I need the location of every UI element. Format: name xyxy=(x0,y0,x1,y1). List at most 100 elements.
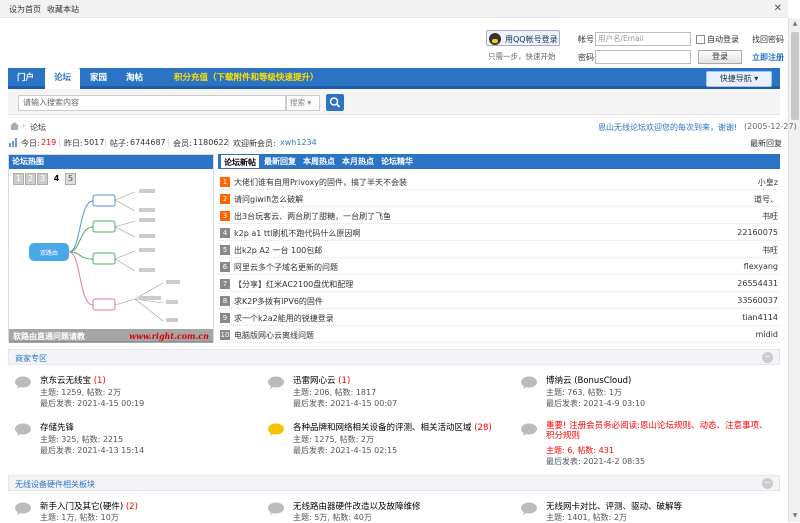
forum-name-text[interactable]: 京东云无线宝 xyxy=(40,376,91,386)
forum-name-text[interactable]: 存储先锋 xyxy=(40,423,74,433)
scroll-up-icon[interactable]: ▲ xyxy=(789,18,800,30)
forum-name-text[interactable]: 无线路由器硬件改造以及故障维修 xyxy=(293,502,421,512)
search-type-select[interactable]: 搜索 ▾ xyxy=(286,95,320,111)
forum-name[interactable]: 无线路由器硬件改造以及故障维修 xyxy=(293,500,421,512)
forum-name-text[interactable]: 迅雷网心云 xyxy=(293,376,336,386)
nav-forum[interactable]: 论坛 xyxy=(45,68,81,89)
post-row[interactable]: 9 求一个k2a2能用的锐捷登录 tian4114 xyxy=(218,309,780,326)
set-home-link[interactable]: 设为首页 xyxy=(9,4,41,15)
tab-digest[interactable]: 论坛精华 xyxy=(381,154,413,169)
post-title[interactable]: 请问giwifi怎么破解 xyxy=(234,194,303,205)
tab-week-hot[interactable]: 本周热点 xyxy=(303,154,335,169)
post-row[interactable]: 6 阿里云多个子域名更新的问题 flexyang xyxy=(218,258,780,275)
forum-name-text[interactable]: 各种品牌和网络相关设备的评测、相关活动区域 xyxy=(293,423,472,433)
post-row[interactable]: 10 电脑版网心云离线问题 midid xyxy=(218,326,780,343)
forum-name[interactable]: 新手入门及其它(硬件) (2) xyxy=(40,500,138,512)
post-title[interactable]: 出k2p A2 一台 100包邮 xyxy=(234,245,322,256)
post-author[interactable]: 书旺 xyxy=(762,245,778,256)
post-author[interactable]: 22160075 xyxy=(737,228,778,237)
post-author[interactable]: 26554431 xyxy=(737,279,778,288)
forum-name[interactable]: 各种品牌和网络相关设备的评测、相关活动区域 (28) xyxy=(293,421,492,433)
post-author[interactable]: 小皇z xyxy=(758,177,778,188)
forum-name[interactable]: 无线网卡对比、评测、驱动、破解等 xyxy=(546,500,682,512)
forum-last-post[interactable]: 最后发表: 2021-4-9 03:10 xyxy=(546,398,645,409)
find-password-link[interactable]: 找回密码 xyxy=(752,34,784,45)
forum-name-text[interactable]: 新手入门及其它(硬件) xyxy=(40,502,123,512)
forum-last-post[interactable]: 最后发表: 2021-4-2 08:35 xyxy=(546,456,645,467)
nav-collections[interactable]: 淘帖 xyxy=(126,68,143,89)
nav-promo-link[interactable]: 积分充值（下载附件和等级快速提升） xyxy=(174,68,319,89)
hot-image-caption[interactable]: 软路由直通问题请教 www.right.com.cn xyxy=(9,329,213,343)
qq-login-button[interactable]: 用QQ帐号登录 xyxy=(486,30,560,46)
post-row[interactable]: 2 请问giwifi怎么破解 道号、 xyxy=(218,190,780,207)
nav-home[interactable]: 家园 xyxy=(90,68,107,89)
collapse-icon[interactable]: − xyxy=(762,352,773,363)
post-author[interactable]: tian4114 xyxy=(742,313,778,322)
tab-new-posts[interactable]: 论坛新帖 xyxy=(220,154,260,169)
post-row[interactable]: 8 求K2P多拨有IPV6的固件 33560037 xyxy=(218,292,780,309)
post-author[interactable]: midid xyxy=(756,330,778,339)
hot-page-1[interactable]: 1 xyxy=(13,173,24,185)
post-title[interactable]: 大佬们谁有自用Privoxy的固件，搞了半天不会装 xyxy=(234,177,407,188)
post-title[interactable]: 求K2P多拨有IPV6的固件 xyxy=(234,296,323,307)
forum-name[interactable]: 重要! 注册会员务必阅读:恩山论坛规则、动态、注意事项、积分规则 xyxy=(546,421,768,441)
forum-name[interactable]: 博纳云 (BonusCloud) xyxy=(546,374,631,386)
scroll-down-icon[interactable]: ▼ xyxy=(789,510,800,522)
post-row[interactable]: 1 大佬们谁有自用Privoxy的固件，搞了半天不会装 小皇z xyxy=(218,173,780,190)
forum-name[interactable]: 存储先锋 xyxy=(40,421,74,433)
password-input[interactable] xyxy=(595,50,691,64)
section-title[interactable]: 无线设备硬件相关板块 xyxy=(15,479,95,490)
post-title[interactable]: 电脑版网心云离线问题 xyxy=(234,330,314,341)
welcome-text[interactable]: 恩山无线论坛欢迎您的每次到来，谢谢! xyxy=(598,122,737,133)
post-author[interactable]: 书旺 xyxy=(762,211,778,222)
post-author[interactable]: 道号、 xyxy=(754,194,778,205)
forum-name-text[interactable]: 无线网卡对比、评测、驱动、破解等 xyxy=(546,502,682,512)
forum-last-post[interactable]: 最后发表: 2021-4-15 00:07 xyxy=(293,398,397,409)
hot-caption-title[interactable]: 软路由直通问题请教 xyxy=(13,331,85,342)
auto-login-checkbox[interactable] xyxy=(696,35,705,44)
home-icon[interactable] xyxy=(9,121,20,131)
forum-last-post[interactable]: 最后发表: 2021-4-15 02:15 xyxy=(293,445,397,456)
post-title[interactable]: 阿里云多个子域名更新的问题 xyxy=(234,262,338,273)
hot-mindmap-image[interactable]: 双路由 xyxy=(11,187,211,331)
tab-month-hot[interactable]: 本月热点 xyxy=(342,154,374,169)
login-button[interactable]: 登录 xyxy=(698,50,742,64)
bookmark-link[interactable]: 收藏本站 xyxy=(47,4,79,15)
forum-name-text[interactable]: 重要! 注册会员务必阅读:恩山论坛规则、动态、注意事项、积分规则 xyxy=(546,421,767,441)
search-button[interactable] xyxy=(326,94,344,111)
post-title[interactable]: 出3台玩客云、两台刷了甜糖，一台刷了飞鱼 xyxy=(234,211,391,222)
search-input[interactable]: 请输入搜索内容 xyxy=(18,95,286,111)
forum-last-post[interactable]: 最后发表: 2021-4-13 15:14 xyxy=(40,445,144,456)
vertical-scrollbar[interactable]: ▲ ▼ xyxy=(788,18,800,522)
post-row[interactable]: 5 出k2p A2 一台 100包邮 书旺 xyxy=(218,241,780,258)
hot-page-5[interactable]: 5 xyxy=(65,173,76,185)
hot-page-4[interactable]: 4 xyxy=(51,173,62,185)
forum-name-text[interactable]: 博纳云 (BonusCloud) xyxy=(546,376,631,386)
register-link[interactable]: 立即注册 xyxy=(752,52,784,63)
latest-reply-link[interactable]: 最新回复 xyxy=(750,138,782,149)
post-title[interactable]: 求一个k2a2能用的锐捷登录 xyxy=(234,313,334,324)
post-title[interactable]: 【分享】红米AC2100盘优和配理 xyxy=(234,279,353,290)
forum-last-post[interactable]: 最后发表: 2021-4-15 00:19 xyxy=(40,398,144,409)
new-member-link[interactable]: xwh1234 xyxy=(280,138,317,147)
hot-page-3[interactable]: 3 xyxy=(37,173,48,185)
breadcrumb-current[interactable]: 论坛 xyxy=(30,122,46,133)
auto-login-label[interactable]: 自动登录 xyxy=(707,34,739,45)
collapse-icon[interactable]: − xyxy=(762,478,773,489)
post-title[interactable]: k2p a1 ttl刷机不跑代码什么原因啊 xyxy=(234,228,360,239)
nav-portal[interactable]: 门户 xyxy=(17,68,34,89)
forum-name[interactable]: 京东云无线宝 (1) xyxy=(40,374,106,386)
quick-nav-button[interactable]: 快捷导航 ▾ xyxy=(706,71,772,87)
post-row[interactable]: 7 【分享】红米AC2100盘优和配理 26554431 xyxy=(218,275,780,292)
section-title[interactable]: 商家专区 xyxy=(15,353,47,364)
post-row[interactable]: 3 出3台玩客云、两台刷了甜糖，一台刷了飞鱼 书旺 xyxy=(218,207,780,224)
close-icon[interactable]: ✕ xyxy=(774,3,782,14)
hot-page-2[interactable]: 2 xyxy=(25,173,36,185)
post-author[interactable]: flexyang xyxy=(744,262,778,271)
account-input[interactable]: 用户名/Email xyxy=(595,32,691,46)
forum-name[interactable]: 迅雷网心云 (1) xyxy=(293,374,350,386)
scrollbar-thumb[interactable] xyxy=(791,32,799,120)
post-row[interactable]: 4 k2p a1 ttl刷机不跑代码什么原因啊 22160075 xyxy=(218,224,780,241)
tab-latest-replies[interactable]: 最新回复 xyxy=(264,154,296,169)
post-author[interactable]: 33560037 xyxy=(737,296,778,305)
